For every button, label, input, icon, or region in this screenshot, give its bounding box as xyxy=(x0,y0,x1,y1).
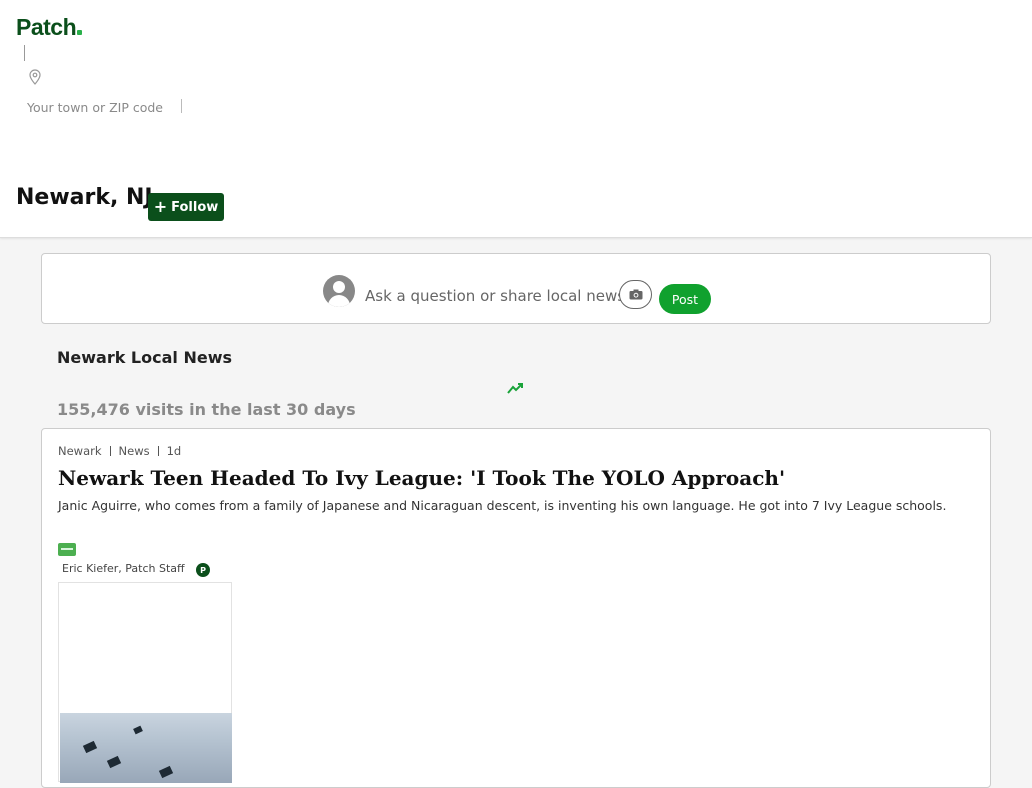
search-divider xyxy=(181,99,182,113)
thumbnail-image xyxy=(60,713,232,783)
town-zip-input[interactable] xyxy=(27,97,177,117)
patch-badge-icon xyxy=(58,543,76,556)
trending-up-icon xyxy=(507,383,523,394)
article-card[interactable]: Newark News 1d Newark Teen Headed To Ivy… xyxy=(41,428,991,788)
camera-button[interactable] xyxy=(619,280,652,309)
page-title: Newark, NJ xyxy=(16,185,153,210)
meta-location[interactable]: Newark xyxy=(58,444,102,458)
patch-logo[interactable]: Patch xyxy=(16,14,83,41)
post-button[interactable]: Post xyxy=(659,284,711,314)
meta-time: 1d xyxy=(166,444,182,458)
plus-icon: + xyxy=(153,197,168,216)
local-news-heading: Newark Local News xyxy=(57,348,232,367)
article-summary: Janic Aguirre, who comes from a family o… xyxy=(58,498,947,513)
avatar-icon xyxy=(323,275,355,307)
location-pin-icon xyxy=(29,69,41,85)
site-header: Patch Newark, NJ + Follow xyxy=(0,0,1032,238)
meta-category[interactable]: News xyxy=(119,444,150,458)
article-thumbnail[interactable] xyxy=(58,582,232,783)
header-divider xyxy=(24,45,25,61)
follow-button[interactable]: + Follow xyxy=(148,193,224,221)
follow-label: Follow xyxy=(171,199,219,215)
article-author[interactable]: Eric Kiefer, Patch Staff xyxy=(62,562,185,575)
visits-count: 155,476 visits in the last 30 days xyxy=(57,400,356,419)
composer-card: Ask a question or share local news Post xyxy=(41,253,991,324)
article-title[interactable]: Newark Teen Headed To Ivy League: 'I Too… xyxy=(58,466,785,490)
composer-prompt[interactable]: Ask a question or share local news xyxy=(365,287,625,305)
camera-icon xyxy=(629,289,642,300)
staff-badge: P xyxy=(196,563,210,577)
article-meta: Newark News 1d xyxy=(58,444,181,458)
